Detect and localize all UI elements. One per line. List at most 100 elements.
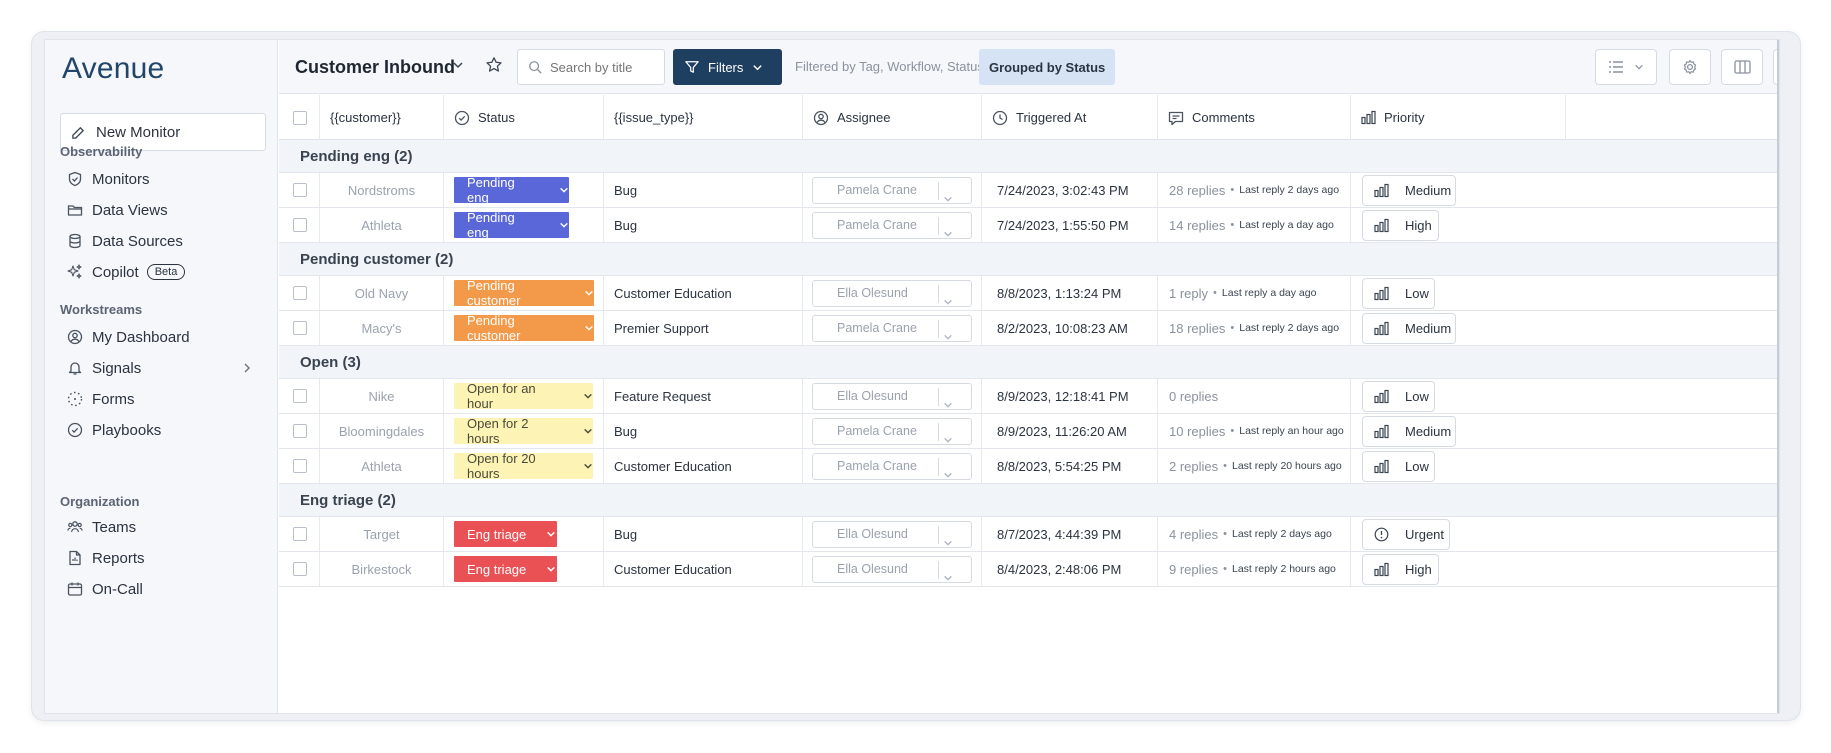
last-reply: Last reply a day ago bbox=[1239, 219, 1334, 231]
reply-count[interactable]: 1 reply bbox=[1169, 286, 1208, 301]
table-row[interactable]: Athleta Open for 20 hours Customer Educati… bbox=[279, 449, 1779, 484]
row-checkbox[interactable] bbox=[293, 527, 307, 541]
row-checkbox[interactable] bbox=[293, 321, 307, 335]
reply-count[interactable]: 14 replies bbox=[1169, 218, 1225, 233]
assignee-select[interactable]: Pamela Crane bbox=[812, 314, 972, 342]
sidebar-item-forms[interactable]: Forms bbox=[67, 388, 267, 410]
select-all-checkbox[interactable] bbox=[293, 110, 307, 125]
table-row[interactable]: Nike Open for an hour Feature Request Ella … bbox=[279, 379, 1779, 414]
status-dropdown[interactable]: Pending eng bbox=[454, 210, 569, 240]
priority-button[interactable]: Medium bbox=[1362, 415, 1456, 447]
table-row[interactable]: Nordstroms Pending eng Bug Pamela Crane 7/24… bbox=[279, 173, 1779, 208]
row-checkbox[interactable] bbox=[293, 389, 307, 403]
column-header-label: Status bbox=[478, 110, 515, 125]
row-checkbox[interactable] bbox=[293, 459, 307, 473]
scrollbar[interactable] bbox=[1777, 40, 1779, 713]
priority-button[interactable]: Medium bbox=[1362, 174, 1456, 206]
priority-button[interactable]: High bbox=[1362, 209, 1439, 241]
priority-button[interactable]: Medium bbox=[1362, 312, 1456, 344]
table-row[interactable]: Macy's Pending customer Premier Support Pam… bbox=[279, 311, 1779, 346]
sidebar-item-signals[interactable]: Signals bbox=[67, 357, 267, 379]
sidebar-item-teams[interactable]: Teams bbox=[67, 516, 267, 538]
assignee-select[interactable]: Pamela Crane bbox=[812, 452, 972, 480]
sidebar-item-playbooks[interactable]: Playbooks bbox=[67, 419, 267, 441]
group-header[interactable]: Eng triage (2) bbox=[279, 484, 1779, 517]
assignee-select[interactable]: Ella Olesund bbox=[812, 555, 972, 583]
search-input[interactable] bbox=[550, 59, 650, 75]
reply-count[interactable]: 2 replies bbox=[1169, 459, 1218, 474]
sidebar-item-copilot[interactable]: Copilot Beta bbox=[67, 261, 267, 283]
assignee-select[interactable]: Ella Olesund bbox=[812, 382, 972, 410]
priority-button[interactable]: Low bbox=[1362, 450, 1435, 482]
star-icon[interactable] bbox=[485, 56, 503, 74]
column-header-comments[interactable]: Comments bbox=[1158, 95, 1351, 140]
column-header-customer[interactable]: {{customer}} bbox=[320, 95, 444, 140]
reply-count[interactable]: 4 replies bbox=[1169, 527, 1218, 542]
table-row[interactable]: Bloomingdales Open for 2 hours Bug Pamela C… bbox=[279, 414, 1779, 449]
reply-count[interactable]: 0 replies bbox=[1169, 389, 1218, 404]
row-checkbox[interactable] bbox=[293, 562, 307, 576]
row-checkbox[interactable] bbox=[293, 424, 307, 438]
sidebar-item-my-dashboard[interactable]: My Dashboard bbox=[67, 326, 267, 348]
column-header-triggered-at[interactable]: Triggered At bbox=[982, 95, 1158, 140]
sidebar-section-title: Workstreams bbox=[60, 302, 143, 317]
column-header-assignee[interactable]: Assignee bbox=[803, 95, 982, 140]
table-row[interactable]: Birkestock Eng triage Customer Education El… bbox=[279, 552, 1779, 587]
sidebar-item-on-call[interactable]: On-Call bbox=[67, 578, 267, 600]
sidebar-item-data-sources[interactable]: Data Sources bbox=[67, 230, 267, 252]
row-checkbox[interactable] bbox=[293, 218, 307, 232]
assignee-select[interactable]: Pamela Crane bbox=[812, 176, 972, 204]
chevron-down-icon[interactable] bbox=[452, 59, 464, 71]
table-row[interactable]: Athleta Pending eng Bug Pamela Crane 7/24/20… bbox=[279, 208, 1779, 243]
reply-count[interactable]: 10 replies bbox=[1169, 424, 1225, 439]
priority-label: Low bbox=[1405, 285, 1429, 301]
sidebar-item-monitors[interactable]: Monitors bbox=[67, 168, 267, 190]
last-reply: Last reply 2 hours ago bbox=[1232, 563, 1336, 575]
status-dropdown[interactable]: Open for 2 hours bbox=[454, 416, 593, 446]
status-dropdown[interactable]: Eng triage bbox=[454, 556, 557, 582]
sidebar-item-data-views[interactable]: Data Views bbox=[67, 199, 267, 221]
sidebar-item-reports[interactable]: Reports bbox=[67, 547, 267, 569]
priority-button[interactable]: High bbox=[1362, 553, 1439, 585]
triggered-at-cell: 8/8/2023, 5:54:25 PM bbox=[982, 449, 1158, 483]
row-select-cell bbox=[279, 208, 320, 242]
status-dropdown[interactable]: Pending customer bbox=[454, 313, 594, 343]
status-dropdown[interactable]: Pending eng bbox=[454, 175, 569, 205]
priority-button[interactable]: Low bbox=[1362, 277, 1435, 309]
select-divider bbox=[938, 181, 939, 200]
row-checkbox[interactable] bbox=[293, 286, 307, 300]
view-options-button[interactable] bbox=[1595, 49, 1657, 85]
priority-button[interactable]: Urgent bbox=[1362, 518, 1450, 550]
grouped-by-badge[interactable]: Grouped by Status bbox=[979, 49, 1116, 85]
row-checkbox[interactable] bbox=[293, 183, 307, 197]
status-cell: Pending customer bbox=[444, 311, 604, 345]
status-dropdown[interactable]: Pending customer bbox=[454, 278, 594, 308]
select-divider bbox=[938, 216, 939, 235]
reply-count[interactable]: 9 replies bbox=[1169, 562, 1218, 577]
priority-button[interactable]: Low bbox=[1362, 380, 1435, 412]
search-box[interactable] bbox=[517, 49, 665, 85]
page-title: Customer Inbound bbox=[295, 57, 455, 77]
status-dropdown[interactable]: Open for 20 hours bbox=[454, 451, 593, 481]
status-dropdown[interactable]: Open for an hour bbox=[454, 381, 593, 411]
assignee-select[interactable]: Pamela Crane bbox=[812, 211, 972, 239]
column-header-issue-type[interactable]: {{issue_type}} bbox=[604, 95, 803, 140]
comments-cell: 4 replies • Last reply 2 days ago bbox=[1158, 517, 1351, 551]
filters-button[interactable]: Filters bbox=[673, 49, 782, 85]
settings-button[interactable] bbox=[1669, 49, 1711, 85]
columns-button[interactable] bbox=[1721, 49, 1763, 85]
reply-count[interactable]: 18 replies bbox=[1169, 321, 1225, 336]
table-row[interactable]: Old Navy Pending customer Customer Educati… bbox=[279, 276, 1779, 311]
reply-count[interactable]: 28 replies bbox=[1169, 183, 1225, 198]
group-header[interactable]: Pending customer (2) bbox=[279, 243, 1779, 276]
assignee-select[interactable]: Pamela Crane bbox=[812, 417, 972, 445]
assignee-select[interactable]: Ella Olesund bbox=[812, 279, 972, 307]
group-header[interactable]: Pending eng (2) bbox=[279, 140, 1779, 173]
column-header-status[interactable]: Status bbox=[444, 95, 604, 140]
column-header-priority[interactable]: Priority bbox=[1351, 95, 1566, 140]
status-dropdown[interactable]: Eng triage bbox=[454, 521, 557, 547]
assignee-select[interactable]: Ella Olesund bbox=[812, 520, 972, 548]
issue-type-cell: Bug bbox=[604, 414, 803, 448]
group-header[interactable]: Open (3) bbox=[279, 346, 1779, 379]
table-row[interactable]: Target Eng triage Bug Ella Olesund 8/7/2023,… bbox=[279, 517, 1779, 552]
